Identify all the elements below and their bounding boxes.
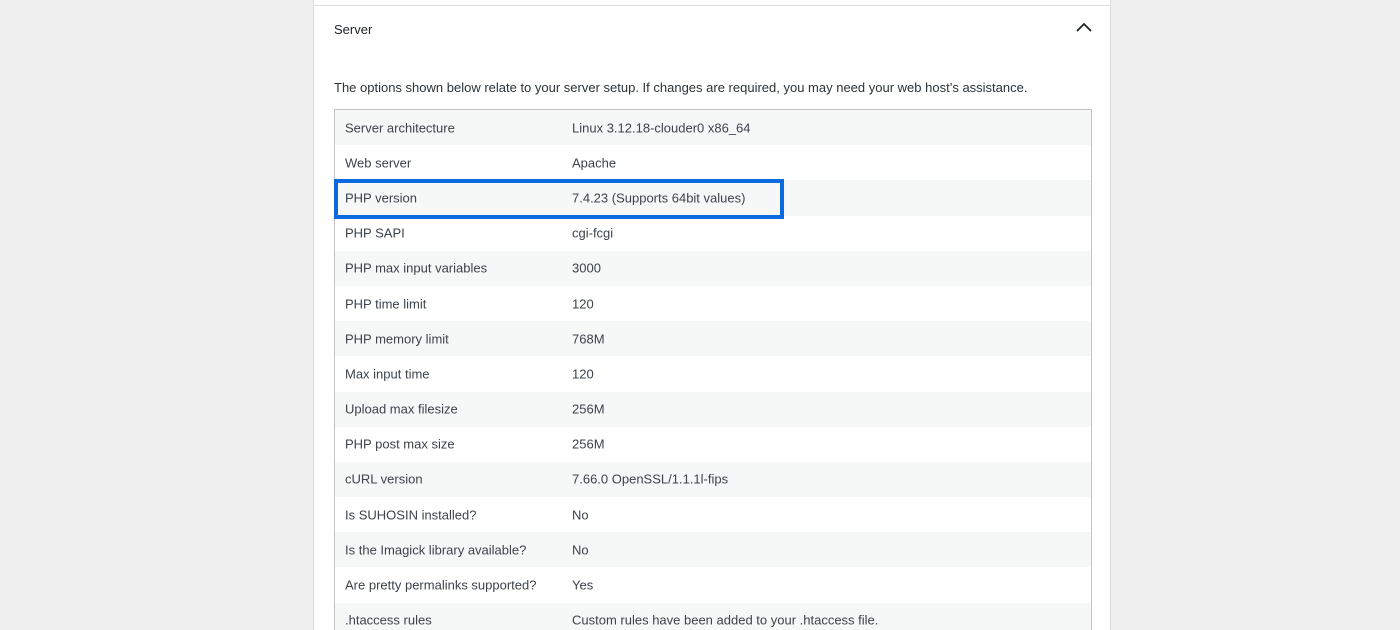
row-value: Apache xyxy=(572,155,617,171)
row-label: Are pretty permalinks supported? xyxy=(345,577,537,593)
row-label: Is SUHOSIN installed? xyxy=(345,507,477,523)
row-value: 120 xyxy=(572,366,594,382)
section-description: The options shown below relate to your s… xyxy=(334,80,1028,95)
row-label: PHP post max size xyxy=(345,436,455,452)
table-row-php-version: PHP version 7.4.23 (Supports 64bit value… xyxy=(335,180,1091,216)
table-row: Max input time 120 xyxy=(335,356,1091,392)
row-label: PHP time limit xyxy=(345,296,427,312)
table-row: Web server Apache xyxy=(335,145,1091,181)
row-label: Server architecture xyxy=(345,120,455,136)
table-row: Are pretty permalinks supported? Yes xyxy=(335,567,1091,603)
row-label: Upload max filesize xyxy=(345,401,458,417)
table-row: Is the Imagick library available? No xyxy=(335,532,1091,568)
row-label: PHP version xyxy=(345,190,418,206)
row-value: Yes xyxy=(572,577,594,593)
row-label: PHP memory limit xyxy=(345,331,449,347)
table-row: PHP SAPI cgi-fcgi xyxy=(335,215,1091,251)
table-row: PHP post max size 256M xyxy=(335,426,1091,462)
row-value: No xyxy=(572,507,589,523)
row-label: cURL version xyxy=(345,471,423,487)
row-value: 7.66.0 OpenSSL/1.1.1l-fips xyxy=(572,471,729,487)
server-section-toggle[interactable]: Server xyxy=(314,6,1110,52)
row-value: 256M xyxy=(572,436,605,452)
server-info-panel: Server The options shown below relate to… xyxy=(313,0,1111,630)
row-label: .htaccess rules xyxy=(345,612,432,628)
table-row: cURL version 7.66.0 OpenSSL/1.1.1l-fips xyxy=(335,461,1091,498)
row-value: 256M xyxy=(572,401,605,417)
row-label: Web server xyxy=(345,155,412,171)
row-label: PHP SAPI xyxy=(345,225,405,241)
row-value: 7.4.23 (Supports 64bit values) xyxy=(572,190,746,206)
row-label: Max input time xyxy=(345,366,430,382)
row-value: 3000 xyxy=(572,260,601,276)
row-value: No xyxy=(572,542,589,558)
table-row: Upload max filesize 256M xyxy=(335,391,1091,427)
table-row: PHP memory limit 768M xyxy=(335,321,1091,357)
table-row: PHP time limit 120 xyxy=(335,285,1091,322)
table-row: .htaccess rules Custom rules have been a… xyxy=(335,602,1091,630)
row-value: cgi-fcgi xyxy=(572,225,614,241)
section-title: Server xyxy=(334,22,373,37)
row-value: 120 xyxy=(572,296,594,312)
table-row: Is SUHOSIN installed? No xyxy=(335,497,1091,533)
table-row: Server architecture Linux 3.12.18-cloude… xyxy=(335,110,1091,146)
row-value: 768M xyxy=(572,331,605,347)
table-row: PHP max input variables 3000 xyxy=(335,250,1091,286)
row-label: PHP max input variables xyxy=(345,260,488,276)
row-value: Custom rules have been added to your .ht… xyxy=(572,612,879,628)
server-info-table: Server architecture Linux 3.12.18-cloude… xyxy=(334,109,1092,630)
row-value: Linux 3.12.18-clouder0 x86_64 xyxy=(572,120,751,136)
chevron-up-icon xyxy=(1076,22,1092,32)
row-label: Is the Imagick library available? xyxy=(345,542,527,558)
